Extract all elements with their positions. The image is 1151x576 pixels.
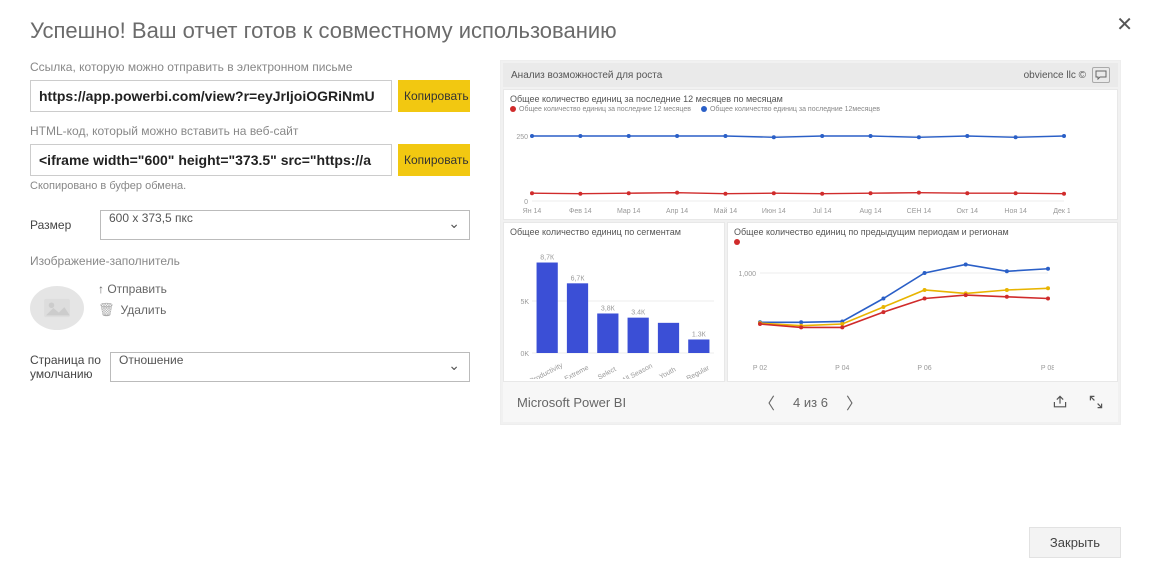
svg-text:1.3К: 1.3К (692, 331, 707, 338)
svg-text:Окт 14: Окт 14 (957, 208, 979, 215)
svg-text:0K: 0K (520, 351, 529, 358)
svg-text:All Season: All Season (621, 363, 654, 379)
chart-title: Общее количество единиц за последние 12 … (510, 94, 1111, 104)
image-icon (42, 297, 72, 319)
svg-text:3.4К: 3.4К (631, 310, 646, 317)
svg-text:Jul 14: Jul 14 (813, 208, 832, 215)
svg-text:0: 0 (524, 199, 528, 206)
default-page-select[interactable]: Отношение (110, 352, 470, 382)
svg-text:Июн 14: Июн 14 (762, 208, 786, 215)
svg-text:3,8К: 3,8К (601, 305, 616, 312)
svg-text:Май 14: Май 14 (714, 207, 738, 215)
svg-text:Youth: Youth (658, 366, 677, 379)
svg-text:P 08: P 08 (1041, 365, 1054, 372)
svg-text:Ноя 14: Ноя 14 (1004, 208, 1027, 215)
share-icon[interactable] (1052, 394, 1068, 410)
preview-panel: Анализ возможностей для роста obvience l… (500, 60, 1121, 425)
chart-legend: Общее количество единиц за последние 12 … (510, 106, 1111, 113)
chart-units-segment: Общее количество единиц по сегментам 0K 5… (503, 222, 725, 382)
link-copy-button[interactable]: Копировать (398, 80, 470, 112)
trash-icon: 🗑 (98, 302, 115, 318)
chart-title: Общее количество единиц по предыдущим пе… (734, 227, 1111, 237)
chart-legend (734, 239, 1111, 246)
pager-text: 4 из 6 (793, 395, 828, 410)
svg-text:Regular: Regular (686, 365, 712, 379)
chart-title: Общее количество единиц по сегментам (510, 227, 718, 237)
footer-brand: Microsoft Power BI (517, 395, 626, 410)
chart-units-12m: Общее количество единиц за последние 12 … (503, 89, 1118, 220)
link-label: Ссылка, которую можно отправить в электр… (30, 60, 470, 74)
svg-text:P 04: P 04 (835, 365, 849, 372)
comment-icon[interactable] (1092, 67, 1110, 83)
svg-text:P 02: P 02 (753, 365, 767, 372)
upload-button[interactable]: ↑ Отправить (98, 282, 167, 296)
svg-text:Апр 14: Апр 14 (666, 208, 688, 215)
svg-text:Productivity: Productivity (529, 362, 565, 379)
dialog-title: Успешно! Ваш отчет готов к совместному и… (30, 18, 1121, 44)
svg-text:P 06: P 06 (917, 365, 931, 372)
placeholder-label: Изображение-заполнитель (30, 254, 470, 268)
svg-text:СЕН 14: СЕН 14 (907, 208, 932, 215)
html-label: HTML-код, который можно вставить на веб-… (30, 124, 470, 138)
chart-units-region: Общее количество единиц по предыдущим пе… (727, 222, 1118, 382)
svg-text:5K: 5K (520, 299, 529, 306)
svg-text:Дек 14: Дек 14 (1053, 208, 1070, 215)
svg-text:Фев 14: Фев 14 (569, 208, 592, 215)
svg-text:250: 250 (516, 134, 528, 141)
svg-text:Мар 14: Мар 14 (617, 208, 641, 215)
size-label: Размер (30, 218, 100, 232)
left-panel: Ссылка, которую можно отправить в электр… (30, 60, 470, 425)
pager-next[interactable]: 〉 (846, 390, 862, 414)
link-input[interactable] (30, 80, 392, 112)
close-button[interactable]: Закрыть (1029, 527, 1121, 558)
size-select[interactable]: 600 x 373,5 пкс (100, 210, 470, 240)
svg-text:8,7К: 8,7К (540, 255, 555, 262)
fullscreen-icon[interactable] (1088, 394, 1104, 410)
html-copy-button[interactable]: Копировать (398, 144, 470, 176)
delete-button[interactable]: 🗑 Удалить (98, 302, 167, 318)
pager-prev[interactable]: 〈 (759, 390, 775, 414)
svg-text:Aug 14: Aug 14 (859, 208, 881, 215)
report-title: Анализ возможностей для роста (511, 70, 662, 81)
placeholder-thumbnail (30, 286, 84, 330)
svg-text:Extreme: Extreme (564, 364, 590, 379)
close-icon[interactable]: ✕ (1116, 12, 1133, 37)
svg-text:6,7К: 6,7К (571, 275, 586, 282)
svg-text:Select: Select (597, 366, 618, 379)
report-brand: obvience llc © (1024, 70, 1086, 81)
svg-text:Ян 14: Ян 14 (523, 208, 542, 215)
copy-helper: Скопировано в буфер обмена. (30, 180, 470, 192)
svg-text:1,000: 1,000 (738, 271, 756, 278)
html-input[interactable] (30, 144, 392, 176)
